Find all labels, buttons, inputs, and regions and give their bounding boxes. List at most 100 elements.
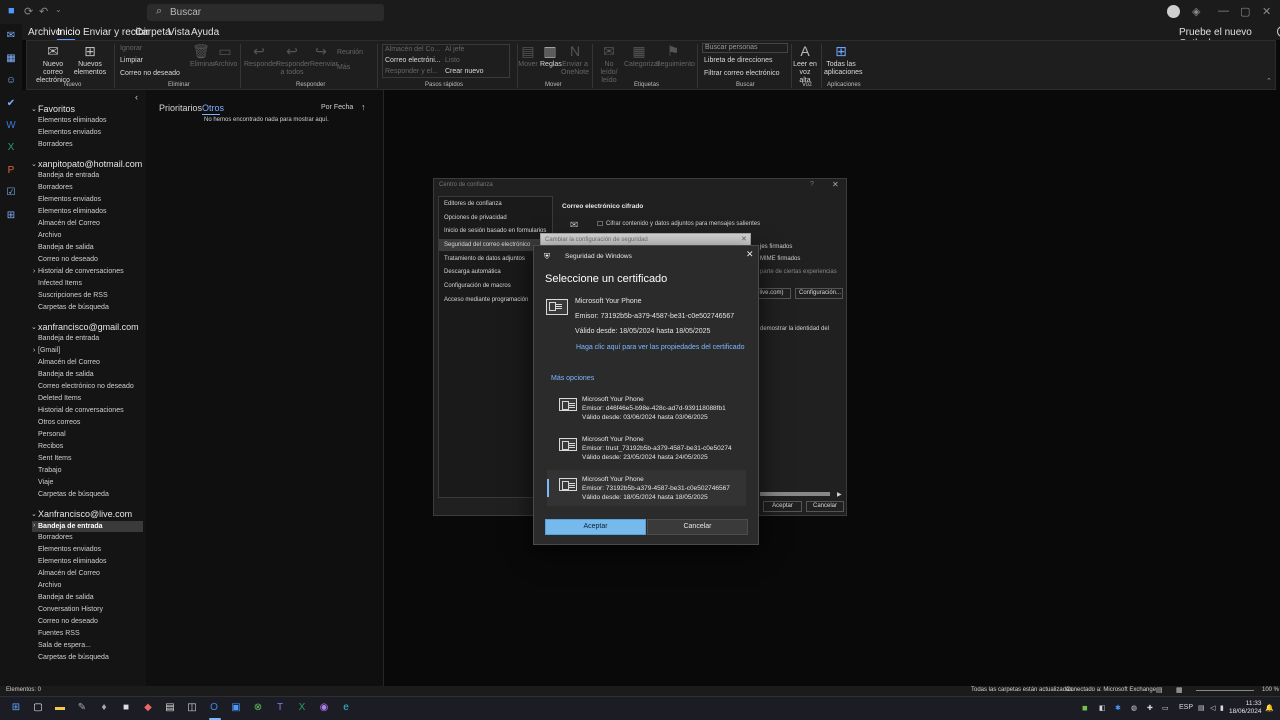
tasks-icon[interactable]: ☑ xyxy=(5,187,17,199)
folder-item[interactable]: Deleted Items xyxy=(38,395,81,402)
undo-icon[interactable]: ↶ xyxy=(39,5,48,18)
todo-icon[interactable]: ✔ xyxy=(5,98,17,110)
folder-item[interactable]: Elementos eliminados xyxy=(38,558,106,565)
tab-focused[interactable]: Prioritarios xyxy=(159,103,202,113)
folder-item[interactable]: Infected Items xyxy=(38,280,82,287)
tray-icon[interactable]: ◧ xyxy=(1099,704,1106,712)
filter-mail-button[interactable]: Filtrar correo electrónico xyxy=(704,69,779,78)
excel-icon[interactable]: X xyxy=(5,142,17,154)
unread-button[interactable]: ✉ No leído/ leído xyxy=(595,43,623,85)
address-book-button[interactable]: Libreta de direcciones xyxy=(704,56,773,65)
reply-all-button[interactable]: ↩ Responder a todos xyxy=(276,43,310,77)
powerpoint-icon[interactable]: P xyxy=(5,165,17,177)
folder-group-favorites[interactable]: Favoritos xyxy=(38,104,75,114)
folder-item[interactable]: Borradores xyxy=(38,141,73,148)
network-icon[interactable]: ▤ xyxy=(1198,704,1205,712)
folder-item[interactable]: Personal xyxy=(38,431,66,438)
file-explorer-icon[interactable]: ▬ xyxy=(54,702,66,714)
new-items-button[interactable]: ⊞ Nuevos elementos xyxy=(73,43,107,77)
nav-form-signin[interactable]: Inicio de sesión basado en formularios xyxy=(444,228,546,234)
folder-item[interactable]: Borradores xyxy=(38,534,73,541)
folder-item[interactable]: Viaje xyxy=(38,479,53,486)
app-icon[interactable]: ◫ xyxy=(186,702,198,714)
more-respond-button[interactable]: Más xyxy=(337,63,350,72)
cert-option-selected[interactable]: Microsoft Your Phone Emisor: 73192b5b-a3… xyxy=(547,470,746,506)
help-icon[interactable]: ? xyxy=(810,181,814,188)
chevron-down-icon[interactable]: ⌄ xyxy=(31,160,37,168)
start-icon[interactable]: ⊞ xyxy=(10,702,22,714)
app-icon[interactable]: ✎ xyxy=(76,702,88,714)
folder-item[interactable]: Almacén del Correo xyxy=(38,570,100,577)
folder-item[interactable]: Almacén del Correo xyxy=(38,220,100,227)
folder-item[interactable]: Otros correos xyxy=(38,419,80,426)
junk-button[interactable]: Correo no deseado xyxy=(120,69,180,78)
settings-button[interactable]: Configuración... xyxy=(795,288,843,299)
categorize-button[interactable]: ▦ Categorizar xyxy=(624,43,660,69)
nvidia-icon[interactable]: ◼ xyxy=(1082,704,1088,712)
language-indicator[interactable]: ESP xyxy=(1179,704,1193,711)
normal-view-icon[interactable]: ▤ xyxy=(1156,686,1163,694)
collapse-ribbon-icon[interactable]: ⌃ xyxy=(1266,77,1272,85)
app-icon[interactable]: ■ xyxy=(120,702,132,714)
folder-item[interactable]: Conversation History xyxy=(38,606,103,613)
folder-item[interactable]: [Gmail] xyxy=(38,347,60,354)
meeting-button[interactable]: Reunión xyxy=(337,48,363,57)
excel-icon[interactable]: X xyxy=(296,702,308,714)
app-icon[interactable]: ▤ xyxy=(164,702,176,714)
folder-item[interactable]: Correo electrónico no deseado xyxy=(38,383,134,390)
collapse-pane-icon[interactable]: ‹ xyxy=(135,92,138,102)
folder-group-live[interactable]: Xanfrancisco@live.com xyxy=(38,509,132,519)
accept-button[interactable]: Aceptar xyxy=(545,519,646,535)
tab-inicio[interactable]: Inicio xyxy=(57,27,80,38)
cert-properties-link[interactable]: Haga clic aquí para ver las propiedades … xyxy=(576,344,745,351)
mail-icon[interactable]: ▣ xyxy=(230,702,242,714)
forward-button[interactable]: ↪ Reenviar xyxy=(310,43,338,69)
quickstep-manager[interactable]: Almacén del Co... xyxy=(385,45,440,54)
people-icon[interactable]: ☺ xyxy=(5,75,17,87)
close-icon[interactable]: ✕ xyxy=(746,249,754,260)
quickstep-email[interactable]: Correo electróni... xyxy=(385,56,441,65)
all-apps-button[interactable]: ⊞ Todas las aplicaciones xyxy=(824,43,863,77)
folder-item[interactable]: Carpetas de búsqueda xyxy=(38,654,109,661)
search-people-input[interactable]: Buscar personas xyxy=(702,43,788,53)
folder-item[interactable]: Bandeja de entrada xyxy=(38,335,99,342)
clean-button[interactable]: Limpiar xyxy=(120,56,143,65)
tray-icon[interactable]: ◍ xyxy=(1131,704,1137,712)
folder-item[interactable]: Elementos eliminados xyxy=(38,117,106,124)
folder-item[interactable]: Carpetas de búsqueda xyxy=(38,491,109,498)
close-icon[interactable]: ✕ xyxy=(1262,5,1271,18)
search-box[interactable]: ⌕ Buscar xyxy=(147,4,384,21)
cert-option[interactable]: Microsoft Your Phone Emisor: d46f46e5-b9… xyxy=(547,390,746,426)
folder-group-hotmail[interactable]: xanpitopato@hotmail.com xyxy=(38,159,142,169)
tray-icon[interactable]: ▭ xyxy=(1162,704,1169,712)
chevron-right-icon[interactable]: › xyxy=(33,522,35,529)
app-icon[interactable]: ♦ xyxy=(98,702,110,714)
encrypt-checkbox[interactable]: ☐ xyxy=(597,220,603,228)
folder-group-gmail[interactable]: xanfrancisco@gmail.com xyxy=(38,322,139,332)
folder-item[interactable]: Elementos enviados xyxy=(38,546,101,553)
folder-item[interactable]: Archivo xyxy=(38,232,61,239)
folder-item[interactable]: Correo no deseado xyxy=(38,618,98,625)
clock[interactable]: 11:33 18/06/2024 xyxy=(1229,700,1262,716)
maximize-icon[interactable]: ▢ xyxy=(1240,5,1250,18)
folder-item-selected[interactable]: Bandeja de entrada xyxy=(32,521,143,532)
quickstep-done[interactable]: Listo xyxy=(445,56,460,65)
scroll-right-icon[interactable]: ▶ xyxy=(837,491,842,498)
more-apps-icon[interactable]: ⊞ xyxy=(5,210,17,222)
battery-icon[interactable]: ▮ xyxy=(1220,704,1224,712)
nav-trusted-publishers[interactable]: Editores de confianza xyxy=(444,201,502,207)
sort-direction-icon[interactable]: ↑ xyxy=(361,102,366,112)
onenote-button[interactable]: N Enviar a OneNote xyxy=(561,43,589,77)
tab-other[interactable]: Otros xyxy=(202,103,224,113)
nav-programmatic-access[interactable]: Acceso mediante programación xyxy=(444,297,528,303)
tray-icon[interactable]: ✚ xyxy=(1147,704,1153,712)
nav-privacy-options[interactable]: Opciones de privacidad xyxy=(444,215,507,221)
app-icon[interactable]: ◆ xyxy=(142,702,154,714)
folder-item[interactable]: Historial de conversaciones xyxy=(38,268,124,275)
notification-icon[interactable]: 🔔 xyxy=(1265,704,1274,712)
folder-item[interactable]: Bandeja de salida xyxy=(38,244,94,251)
folder-item[interactable]: Borradores xyxy=(38,184,73,191)
reading-view-icon[interactable]: ▦ xyxy=(1176,686,1183,694)
tab-vista[interactable]: Vista xyxy=(168,27,190,38)
customize-toolbar-icon[interactable]: ⌄ xyxy=(55,5,62,14)
